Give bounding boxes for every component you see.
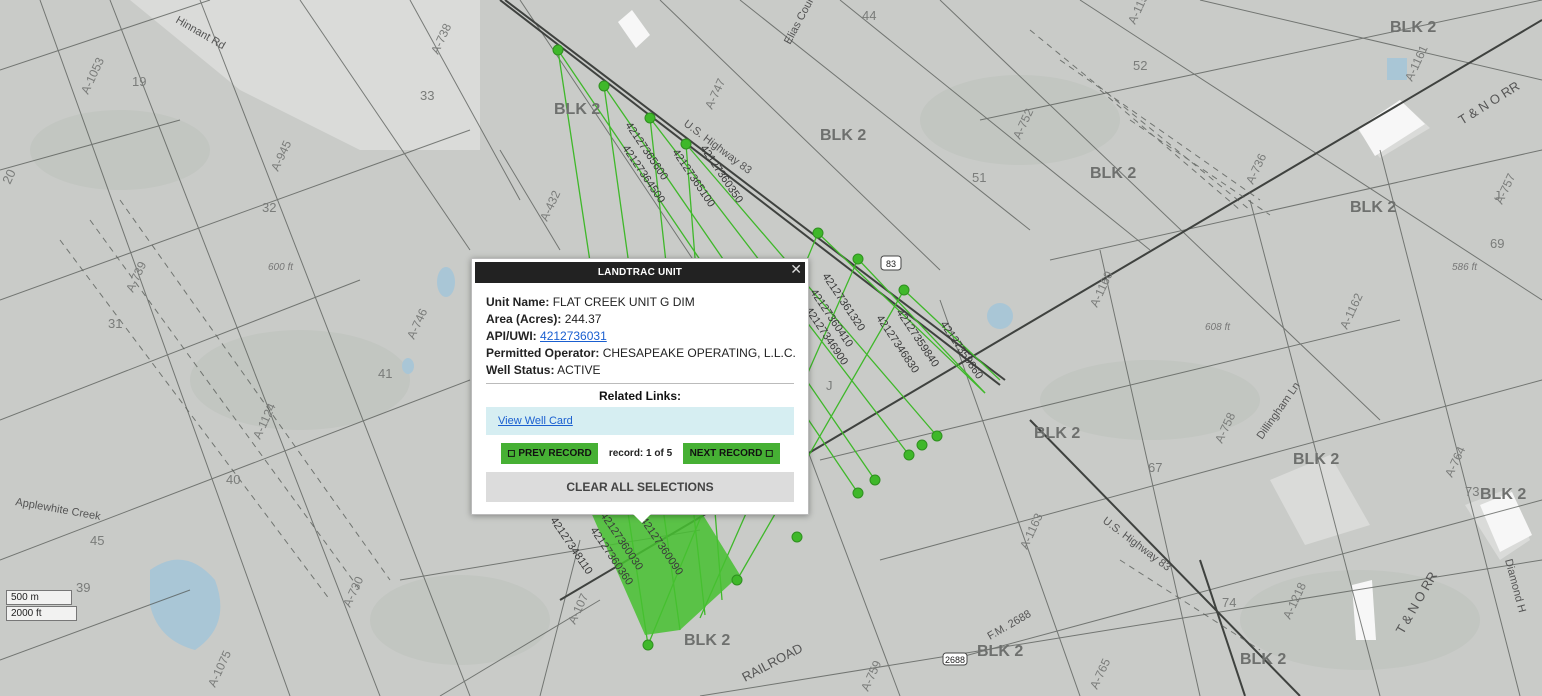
section-label: 32 (262, 200, 276, 215)
scale-bar-imperial: 2000 ft (6, 606, 77, 621)
section-label: 33 (420, 88, 434, 103)
related-links-title: Related Links: (598, 389, 682, 403)
block-label: BLK 2 (1240, 651, 1286, 668)
section-label: 45 (90, 533, 104, 548)
section-label: 19 (132, 74, 146, 89)
operator-value: CHESAPEAKE OPERATING, L.L.C. (602, 346, 796, 360)
section-label: 67 (1148, 460, 1162, 475)
area-value: 244.37 (564, 312, 602, 326)
unit-popup: LANDTRAC UNIT ✕ Unit Name: FLAT CREEK UN… (471, 258, 809, 523)
api-link[interactable]: 4212736031 (540, 329, 607, 343)
prev-record-button[interactable]: ◻ PREV RECORD (501, 443, 598, 464)
area-row: Area (Acres): 244.37 (486, 312, 796, 329)
block-label: BLK 2 (977, 643, 1023, 660)
section-label: 74 (1222, 595, 1236, 610)
block-label: BLK 2 (1090, 165, 1136, 182)
unit-name-row: Unit Name: FLAT CREEK UNIT G DIM (486, 295, 796, 312)
section-label: J (1494, 188, 1501, 203)
status-label: Well Status: (486, 363, 555, 377)
api-row: API/UWI: 4212736031 (486, 329, 796, 346)
block-label: BLK 2 (554, 101, 600, 118)
section-label: 39 (76, 580, 90, 595)
divider (486, 383, 794, 384)
popup-header: LANDTRAC UNIT (475, 262, 805, 283)
section-label: 41 (378, 366, 392, 381)
operator-row: Permitted Operator: CHESAPEAKE OPERATING… (486, 346, 796, 363)
elevation-label: 586 ft (1452, 262, 1478, 273)
block-label: BLK 2 (1034, 425, 1080, 442)
next-record-button[interactable]: NEXT RECORD ◻ (683, 443, 780, 464)
unit-name-value: FLAT CREEK UNIT G DIM (552, 295, 695, 309)
operator-label: Permitted Operator: (486, 346, 600, 360)
view-well-card-link[interactable]: View Well Card (498, 415, 573, 427)
elevation-label: 600 ft (268, 262, 294, 273)
section-label: 69 (1490, 236, 1504, 251)
scale-bar-metric: 500 m (6, 590, 72, 605)
clear-all-selections-button[interactable]: CLEAR ALL SELECTIONS (486, 472, 794, 502)
section-label: 40 (226, 472, 240, 487)
block-label: BLK 2 (1293, 451, 1339, 468)
record-counter: record: 1 of 5 (608, 448, 673, 459)
status-row: Well Status: ACTIVE (486, 363, 796, 380)
block-label: BLK 2 (1390, 19, 1436, 36)
close-icon[interactable]: ✕ (790, 261, 802, 277)
section-label: 51 (972, 170, 986, 185)
popup-pointer (633, 514, 651, 523)
section-label: J (826, 378, 833, 393)
section-label: 31 (108, 316, 122, 331)
section-label: 44 (862, 8, 876, 23)
block-label: BLK 2 (684, 632, 730, 649)
block-label: BLK 2 (820, 127, 866, 144)
status-value: ACTIVE (557, 363, 601, 377)
related-links-box: View Well Card (486, 407, 794, 435)
section-label: 52 (1133, 58, 1147, 73)
section-label: 73 (1465, 484, 1479, 499)
unit-name-label: Unit Name: (486, 295, 550, 309)
elevation-label: 608 ft (1205, 322, 1231, 333)
unit-details: Unit Name: FLAT CREEK UNIT G DIM Area (A… (486, 295, 796, 380)
area-label: Area (Acres): (486, 312, 562, 326)
api-label: API/UWI: (486, 329, 537, 343)
block-label: BLK 2 (1350, 199, 1396, 216)
highway-shield: 83 (886, 259, 896, 269)
block-label: BLK 2 (1480, 486, 1526, 503)
highway-shield: 2688 (945, 655, 965, 665)
